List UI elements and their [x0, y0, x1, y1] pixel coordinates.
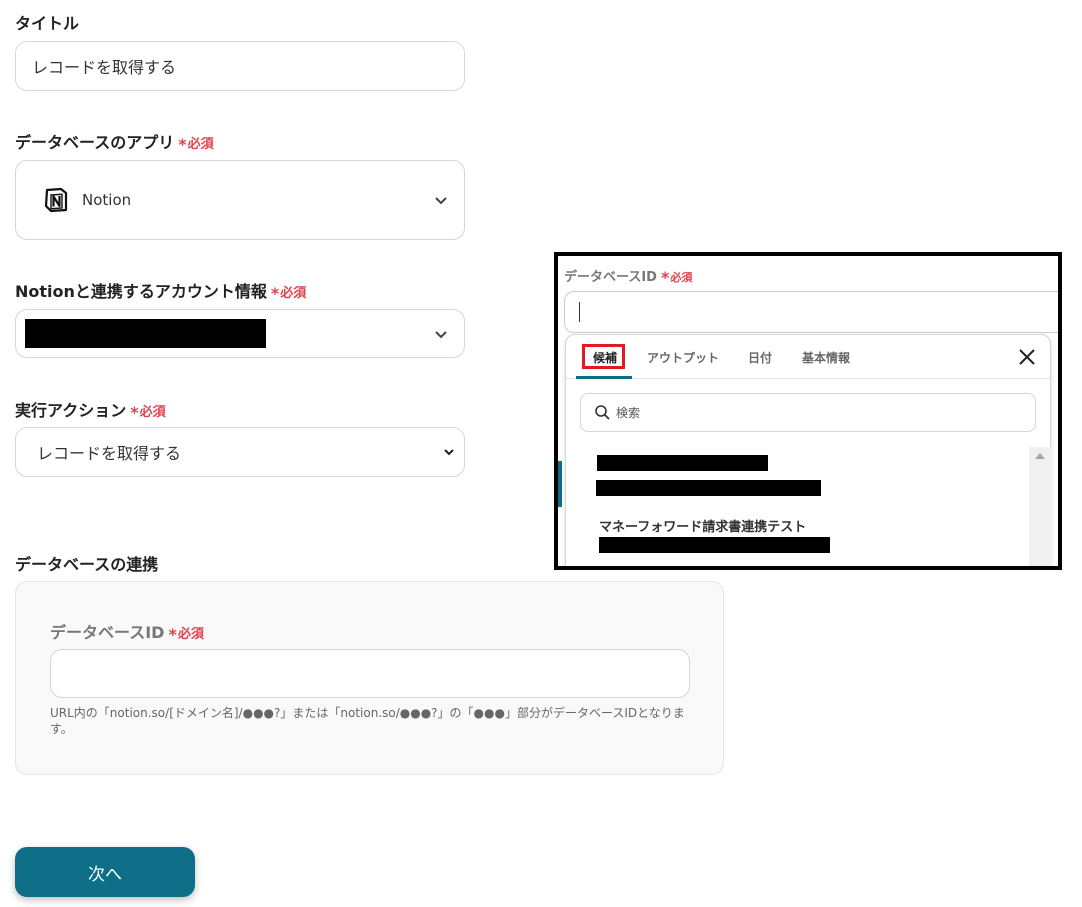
notion-logo-icon	[44, 187, 68, 213]
tab-highlight-box	[582, 344, 625, 369]
next-button[interactable]: 次へ	[15, 847, 195, 897]
panel-search-input[interactable]: 検索	[580, 393, 1036, 432]
chevron-down-icon	[435, 197, 447, 205]
account-label: Notionと連携するアカウント情報 *必須	[15, 282, 307, 303]
action-label: 実行アクション *必須	[15, 401, 166, 422]
tab-basic-info[interactable]: 基本情報	[802, 349, 850, 366]
tab-date[interactable]: 日付	[748, 349, 772, 366]
tab-active-underline	[576, 376, 632, 379]
chevron-down-icon	[435, 330, 447, 338]
chevron-down-icon	[444, 449, 454, 456]
panel-scrollbar[interactable]	[1029, 447, 1051, 566]
close-icon[interactable]	[1018, 348, 1036, 366]
inset-db-id-label: データベースID *必須	[564, 268, 693, 287]
required-marker: *必須	[660, 268, 693, 287]
list-item-title[interactable]: マネーフォワード請求書連携テスト	[599, 516, 806, 535]
required-marker: *必須	[270, 284, 307, 303]
inset-db-id-input[interactable]	[564, 291, 1058, 333]
text-caret	[579, 302, 580, 322]
required-marker: *必須	[130, 403, 166, 422]
required-marker: *必須	[168, 625, 204, 644]
search-icon	[595, 405, 610, 420]
db-id-input[interactable]	[50, 649, 690, 698]
app-label: データベースのアプリ *必須	[15, 133, 214, 154]
app-select-value: Notion	[82, 191, 132, 209]
account-select[interactable]	[15, 309, 465, 358]
background-edge	[558, 461, 562, 507]
redacted-list-item	[596, 480, 821, 496]
required-marker: *必須	[178, 135, 214, 154]
panel-tabs: 候補 アウトプット 日付 基本情報	[566, 335, 1050, 379]
action-select[interactable]: レコードを取得する	[15, 427, 465, 477]
action-select-value: レコードを取得する	[37, 444, 182, 463]
db-section-box: データベースID *必須 URL内の「notion.so/[ドメイン名]/●●●?…	[15, 581, 724, 775]
title-input-value: レコードを取得する	[32, 58, 177, 77]
title-input[interactable]: レコードを取得する	[15, 41, 465, 91]
db-id-label: データベースID *必須	[50, 623, 204, 644]
tab-output[interactable]: アウトプット	[647, 349, 719, 366]
db-id-help: URL内の「notion.so/[ドメイン名]/●●●?」または「notion.…	[50, 706, 685, 736]
redacted-list-item	[597, 455, 768, 471]
redacted-account	[25, 319, 266, 348]
redacted-list-item	[599, 537, 830, 553]
inset-screenshot: データベースID *必須 候補 アウトプット 日付 基本情報 検索 マネーフォワー…	[554, 252, 1062, 570]
db-section-heading: データベースの連携	[15, 555, 159, 574]
title-label: タイトル	[15, 14, 80, 33]
scroll-up-icon[interactable]	[1035, 453, 1045, 459]
app-select[interactable]: Notion	[15, 160, 465, 240]
suggestion-panel: 候補 アウトプット 日付 基本情報 検索 マネーフォワード請求書連携テスト	[565, 334, 1051, 566]
